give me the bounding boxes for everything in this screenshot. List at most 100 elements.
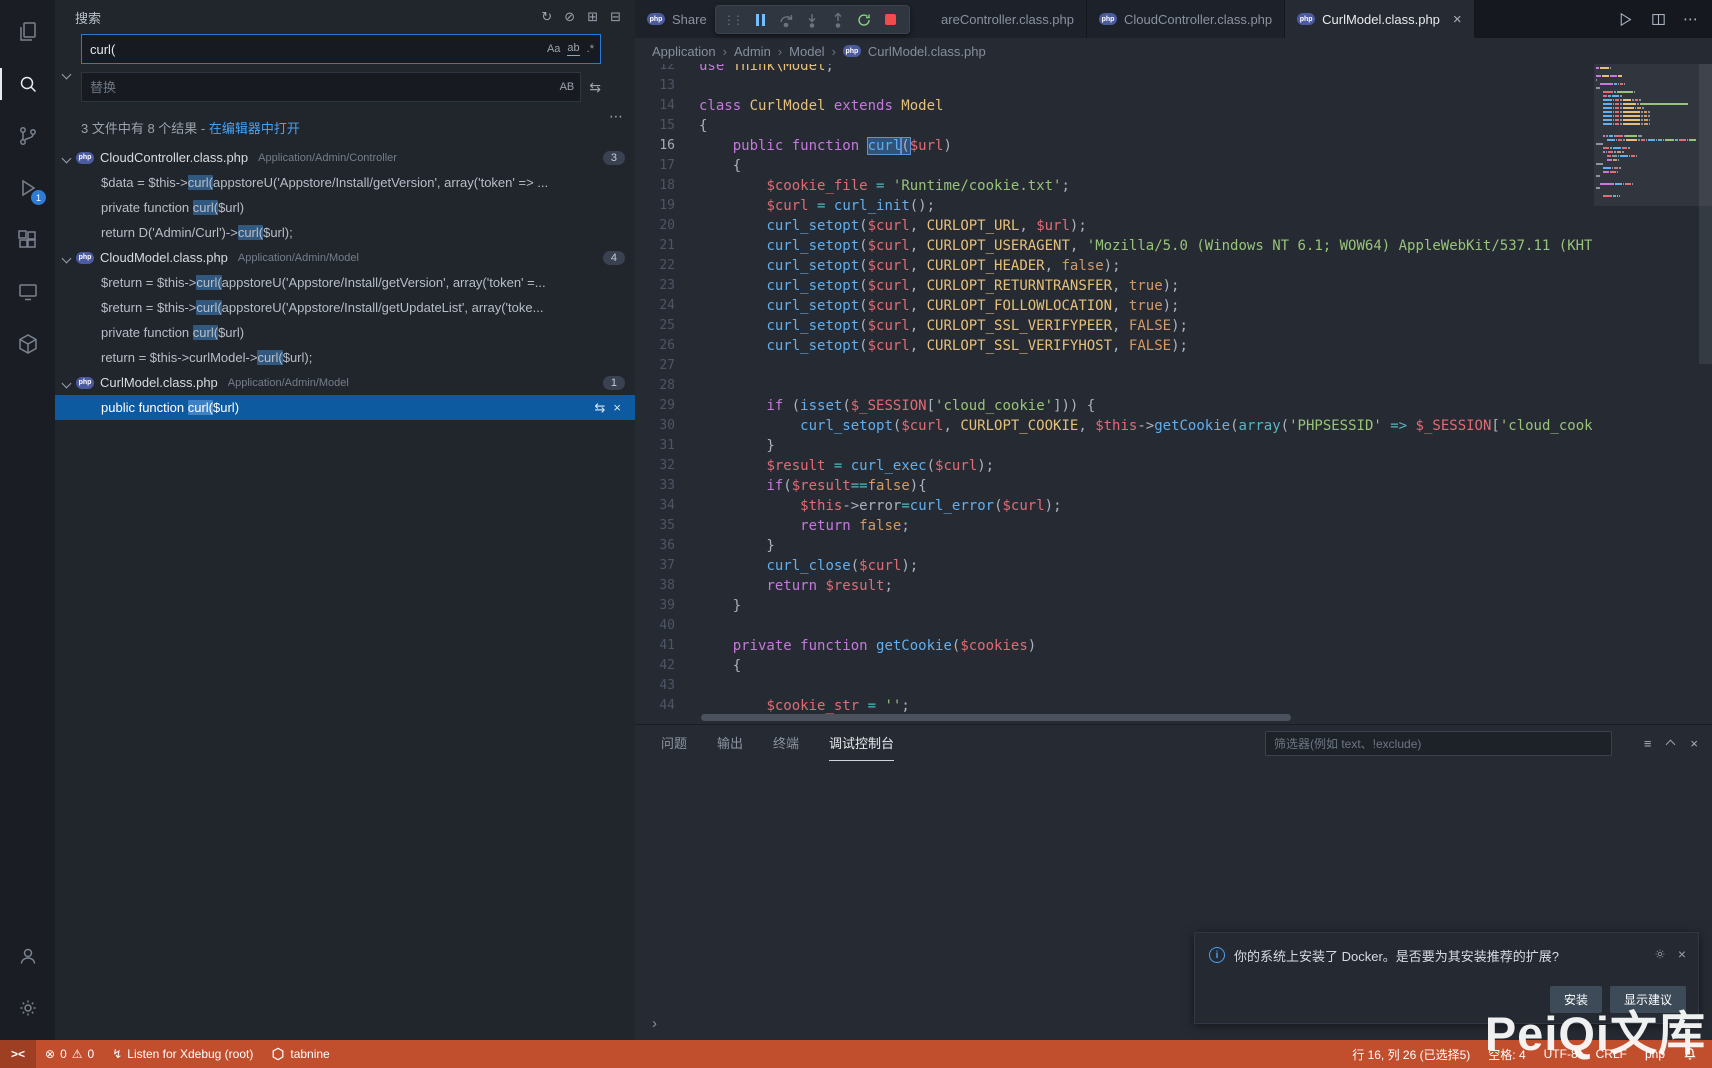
whole-word-icon[interactable]: ab [567, 42, 579, 56]
code-line[interactable]: 18 $cookie_file = 'Runtime/cookie.txt'; [635, 176, 1592, 196]
restart-button[interactable] [852, 8, 876, 32]
step-over-button[interactable] [774, 8, 798, 32]
run-debug-icon[interactable]: 1 [0, 162, 55, 214]
preserve-case-icon[interactable]: AB [560, 81, 575, 93]
panel-tab-terminal[interactable]: 终端 [773, 725, 799, 761]
code-line[interactable]: 14class CurlModel extends Model [635, 96, 1592, 116]
dismiss-icon[interactable]: × [609, 400, 625, 415]
code-line[interactable]: 31 } [635, 436, 1592, 456]
settings-gear-icon[interactable] [0, 982, 55, 1034]
panel-tab-debug-console[interactable]: 调试控制台 [829, 725, 894, 761]
code-line[interactable]: 20 curl_setopt($curl, CURLOPT_URL, $url)… [635, 216, 1592, 236]
breadcrumb-item[interactable]: Model [789, 44, 824, 59]
code-line[interactable]: 33 if($result==false){ [635, 476, 1592, 496]
code-line[interactable]: 34 $this->error=curl_error($curl); [635, 496, 1592, 516]
code-line[interactable]: 28 [635, 376, 1592, 396]
code-line[interactable]: 21 curl_setopt($curl, CURLOPT_USERAGENT,… [635, 236, 1592, 256]
explorer-icon[interactable] [0, 6, 55, 58]
tabnine-status[interactable]: tabnine [262, 1040, 338, 1068]
clear-results-icon[interactable]: ⊘ [564, 9, 575, 25]
language-mode[interactable]: php [1636, 1040, 1674, 1068]
code-line[interactable]: 43 [635, 676, 1592, 696]
code-line[interactable]: 37 curl_close($curl); [635, 556, 1592, 576]
search-match-row[interactable]: $return = $this->curl(appstoreU('Appstor… [55, 295, 635, 320]
search-file-row[interactable]: phpCloudModel.class.phpApplication/Admin… [55, 245, 635, 270]
code-line[interactable]: 15{ [635, 116, 1592, 136]
eol-sequence[interactable]: CRLF [1587, 1040, 1636, 1068]
code-line[interactable]: 42 { [635, 656, 1592, 676]
code-line[interactable]: 32 $result = curl_exec($curl); [635, 456, 1592, 476]
match-case-icon[interactable]: Aa [547, 43, 560, 55]
breadcrumb-item[interactable]: Application [652, 44, 716, 59]
minimap[interactable] [1596, 66, 1696, 198]
pause-button[interactable] [748, 8, 772, 32]
horizontal-scrollbar[interactable] [701, 714, 1291, 721]
code-line[interactable]: 35 return false; [635, 516, 1592, 536]
encoding[interactable]: UTF-8 [1535, 1040, 1587, 1068]
step-into-button[interactable] [800, 8, 824, 32]
remote-explorer-icon[interactable] [0, 266, 55, 318]
code-line[interactable]: 44 $cookie_str = ''; [635, 696, 1592, 716]
extensions-icon[interactable] [0, 214, 55, 266]
search-file-row[interactable]: phpCloudController.class.phpApplication/… [55, 145, 635, 170]
collapse-all-icon[interactable]: ⊟ [610, 9, 621, 25]
indentation[interactable]: 空格: 4 [1479, 1040, 1534, 1068]
stop-button[interactable] [878, 8, 902, 32]
search-match-row[interactable]: $data = $this->curl(appstoreU('Appstore/… [55, 170, 635, 195]
code-line[interactable]: 29 if (isset($_SESSION['cloud_cookie']))… [635, 396, 1592, 416]
code-line[interactable]: 16 public function curl($url) [635, 136, 1592, 156]
search-file-row[interactable]: phpCurlModel.class.phpApplication/Admin/… [55, 370, 635, 395]
show-recommendations-button[interactable]: 显示建议 [1610, 986, 1686, 1013]
cursor-position[interactable]: 行 16, 列 26 (已选择5) [1343, 1040, 1479, 1068]
xdebug-status[interactable]: ↯ Listen for Xdebug (root) [103, 1040, 262, 1068]
more-actions-icon[interactable]: ⋯ [1683, 10, 1698, 28]
close-panel-icon[interactable]: × [1690, 736, 1698, 751]
search-match-row[interactable]: private function curl($url) [55, 320, 635, 345]
package-icon[interactable] [0, 318, 55, 370]
open-search-editor-icon[interactable]: ⊞ [587, 9, 598, 25]
debug-console-prompt-icon[interactable]: › [652, 1015, 657, 1032]
code-line[interactable]: 23 curl_setopt($curl, CURLOPT_RETURNTRAN… [635, 276, 1592, 296]
code-line[interactable]: 12use Think\Model; [635, 64, 1592, 76]
tab-cloudcontroller[interactable]: php CloudController.class.php [1087, 0, 1285, 38]
regex-icon[interactable]: .* [587, 43, 594, 55]
breadcrumb-item[interactable]: CurlModel.class.php [868, 44, 986, 59]
notification-settings-gear-icon[interactable] [1653, 947, 1667, 961]
open-in-editor-link[interactable]: 在编辑器中打开 [209, 121, 300, 136]
remote-indicator[interactable]: >< [0, 1040, 36, 1068]
problems-status[interactable]: ⊗ 0 ⚠ 0 [36, 1040, 103, 1068]
code-line[interactable]: 36 } [635, 536, 1592, 556]
install-button[interactable]: 安装 [1550, 986, 1602, 1013]
panel-tab-problems[interactable]: 问题 [661, 725, 687, 761]
replace-input[interactable] [90, 80, 560, 95]
debug-console-filter-input[interactable] [1265, 731, 1612, 756]
refresh-icon[interactable]: ↻ [541, 9, 552, 25]
maximize-panel-icon[interactable] [1667, 736, 1674, 751]
search-icon[interactable] [0, 58, 55, 110]
code-line[interactable]: 41 private function getCookie($cookies) [635, 636, 1592, 656]
code-line[interactable]: 24 curl_setopt($curl, CURLOPT_FOLLOWLOCA… [635, 296, 1592, 316]
split-editor-icon[interactable] [1650, 11, 1667, 28]
tab-curlmodel[interactable]: php CurlModel.class.php × [1285, 0, 1475, 38]
code-line[interactable]: 40 [635, 616, 1592, 636]
step-out-button[interactable] [826, 8, 850, 32]
replace-icon[interactable]: ⇆ [591, 400, 610, 416]
code-line[interactable]: 39 } [635, 596, 1592, 616]
code-line[interactable]: 25 curl_setopt($curl, CURLOPT_SSL_VERIFY… [635, 316, 1592, 336]
filter-lines-icon[interactable]: ≡ [1644, 736, 1652, 751]
code-line[interactable]: 38 return $result; [635, 576, 1592, 596]
code-line[interactable]: 22 curl_setopt($curl, CURLOPT_HEADER, fa… [635, 256, 1592, 276]
notifications-bell-icon[interactable] [1674, 1040, 1706, 1068]
panel-tab-output[interactable]: 输出 [717, 725, 743, 761]
code-line[interactable]: 27 [635, 356, 1592, 376]
toggle-replace-chevron-icon[interactable] [63, 66, 70, 81]
code-line[interactable]: 17 { [635, 156, 1592, 176]
vertical-scrollbar[interactable] [1699, 64, 1712, 364]
toggle-search-details-icon[interactable]: ⋯ [609, 108, 623, 125]
source-control-icon[interactable] [0, 110, 55, 162]
search-match-row[interactable]: private function curl($url) [55, 195, 635, 220]
search-match-row[interactable]: return = $this->curlModel->curl($url); [55, 345, 635, 370]
tab-close-icon[interactable]: × [1453, 12, 1462, 27]
code-line[interactable]: 13 [635, 76, 1592, 96]
account-icon[interactable] [0, 930, 55, 982]
